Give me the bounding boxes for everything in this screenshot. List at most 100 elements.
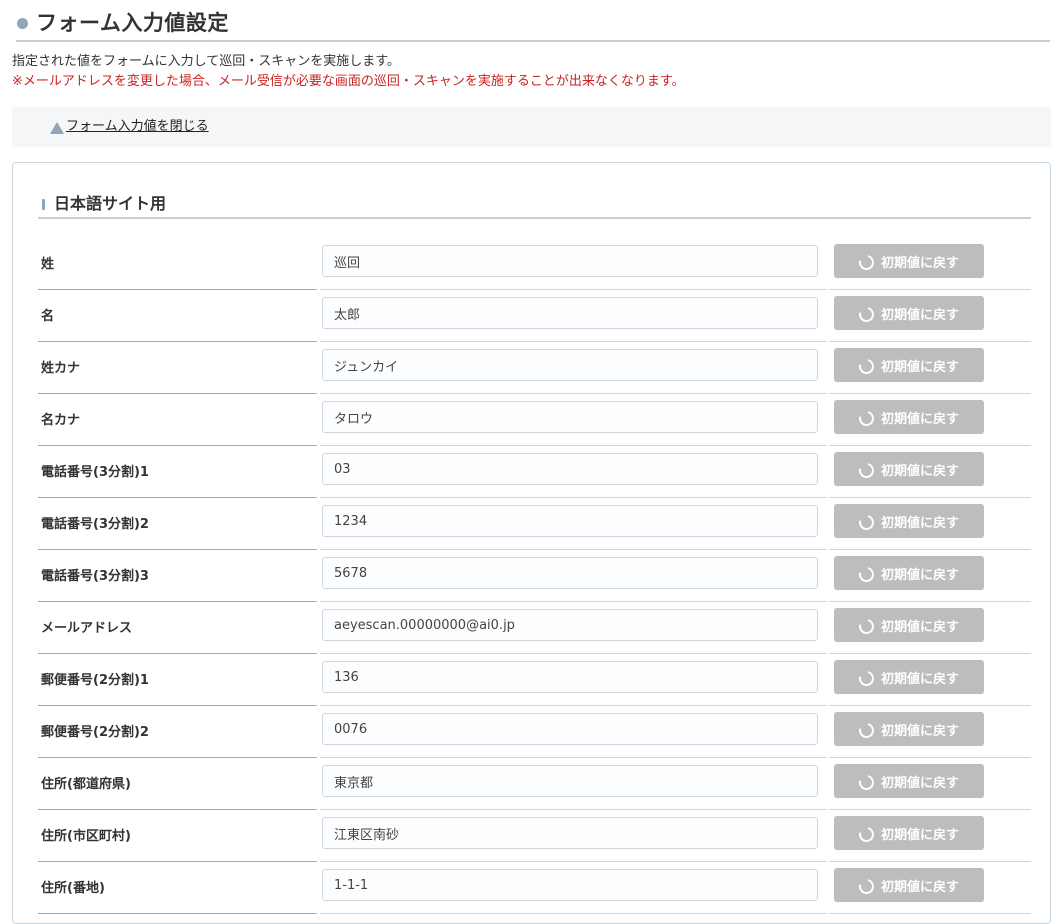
reset-default-button[interactable]: 初期値に戻す [834, 556, 984, 590]
field-input-cell [320, 603, 826, 654]
field-input-cell [320, 343, 826, 394]
field-label-cell: メールアドレス [38, 603, 317, 654]
field-label: 電話番号(3分割)2 [41, 517, 149, 532]
reset-default-button[interactable]: 初期値に戻す [834, 348, 984, 382]
field-input-cell [320, 447, 826, 498]
reset-button-label: 初期値に戻す [880, 671, 959, 687]
field-label: 住所(市区町村) [41, 829, 131, 844]
form-row-city: 住所(市区町村) 初期値に戻す [38, 811, 1031, 863]
field-label: 郵便番号(2分割)2 [41, 725, 149, 740]
field-label-cell: 住所(番地) [38, 863, 317, 914]
reset-cell: 初期値に戻す [829, 811, 1031, 862]
reset-icon [856, 511, 877, 533]
field-label-cell: 郵便番号(2分割)2 [38, 707, 317, 758]
field-label-cell: 電話番号(3分割)3 [38, 551, 317, 602]
reset-cell: 初期値に戻す [829, 655, 1031, 706]
form-row-street: 住所(番地) 初期値に戻す [38, 863, 1031, 915]
reset-default-button[interactable]: 初期値に戻す [834, 452, 984, 486]
page-title: フォーム入力値設定 [36, 11, 229, 35]
field-label: 住所(番地) [41, 881, 105, 896]
first-name-kana-input[interactable] [322, 401, 818, 433]
reset-cell: 初期値に戻す [829, 551, 1031, 602]
warning-note: ※メールアドレスを変更した場合、メール受信が必要な画面の巡回・スキャンを実施する… [12, 74, 685, 89]
field-input-cell [320, 759, 826, 810]
field-input-cell [320, 863, 826, 914]
reset-cell: 初期値に戻す [829, 447, 1031, 498]
reset-icon [856, 823, 877, 845]
reset-button-label: 初期値に戻す [880, 255, 959, 271]
field-label: 名カナ [41, 413, 81, 428]
reset-cell: 初期値に戻す [829, 603, 1031, 654]
field-input-cell [320, 291, 826, 342]
field-label: メールアドレス [41, 621, 133, 636]
field-label: 姓 [41, 257, 55, 272]
form-row-phone-1: 電話番号(3分割)1 初期値に戻す [38, 447, 1031, 499]
field-label-cell: 住所(市区町村) [38, 811, 317, 862]
postal-1-input[interactable] [322, 661, 818, 693]
field-label-cell: 名 [38, 291, 317, 342]
phone-1-input[interactable] [322, 453, 818, 485]
first-name-input[interactable] [322, 297, 818, 329]
reset-cell: 初期値に戻す [829, 343, 1031, 394]
reset-button-label: 初期値に戻す [880, 879, 959, 895]
form-values-panel: 日本語サイト用 姓初期値に戻す名初期値に戻す姓カナ初期値に戻す名カナ初期値に戻す… [12, 162, 1051, 924]
street-input[interactable] [322, 869, 818, 901]
email-input[interactable] [322, 609, 818, 641]
field-label: 電話番号(3分割)1 [41, 465, 149, 480]
field-label: 電話番号(3分割)3 [41, 569, 149, 584]
phone-3-input[interactable] [322, 557, 818, 589]
field-input-cell [320, 811, 826, 862]
reset-button-label: 初期値に戻す [880, 307, 959, 323]
reset-cell: 初期値に戻す [829, 239, 1031, 290]
city-input[interactable] [322, 817, 818, 849]
reset-default-button[interactable]: 初期値に戻す [834, 868, 984, 902]
phone-2-input[interactable] [322, 505, 818, 537]
reset-button-label: 初期値に戻す [880, 827, 959, 843]
prefecture-input[interactable] [322, 765, 818, 797]
reset-icon [856, 719, 877, 741]
reset-icon [856, 355, 877, 377]
field-label-cell: 姓カナ [38, 343, 317, 394]
reset-icon [856, 615, 877, 637]
reset-default-button[interactable]: 初期値に戻す [834, 660, 984, 694]
reset-default-button[interactable]: 初期値に戻す [834, 608, 984, 642]
reset-cell: 初期値に戻す [829, 291, 1031, 342]
reset-button-label: 初期値に戻す [880, 723, 959, 739]
last-name-kana-input[interactable] [322, 349, 818, 381]
field-label-cell: 郵便番号(2分割)1 [38, 655, 317, 706]
page-header: フォーム入力値設定 [16, 8, 1050, 42]
reset-button-label: 初期値に戻す [880, 775, 959, 791]
reset-default-button[interactable]: 初期値に戻す [834, 764, 984, 798]
form-row-postal-2: 郵便番号(2分割)2 初期値に戻す [38, 707, 1031, 759]
field-input-cell [320, 707, 826, 758]
triangle-up-icon[interactable] [50, 122, 64, 134]
form-row-phone-3: 電話番号(3分割)3 初期値に戻す [38, 551, 1031, 603]
reset-icon [856, 251, 877, 273]
reset-default-button[interactable]: 初期値に戻す [834, 296, 984, 330]
reset-cell: 初期値に戻す [829, 707, 1031, 758]
reset-default-button[interactable]: 初期値に戻す [834, 244, 984, 278]
field-label: 住所(都道府県) [41, 777, 131, 792]
form-row-postal-1: 郵便番号(2分割)1 初期値に戻す [38, 655, 1031, 707]
reset-icon [856, 303, 877, 325]
reset-default-button[interactable]: 初期値に戻す [834, 816, 984, 850]
reset-default-button[interactable]: 初期値に戻す [834, 712, 984, 746]
postal-2-input[interactable] [322, 713, 818, 745]
field-label-cell: 電話番号(3分割)1 [38, 447, 317, 498]
close-form-values-link[interactable]: フォーム入力値を閉じる [66, 118, 209, 136]
reset-button-label: 初期値に戻す [880, 567, 959, 583]
field-label-cell: 姓 [38, 239, 317, 290]
reset-cell: 初期値に戻す [829, 863, 1031, 914]
reset-default-button[interactable]: 初期値に戻す [834, 504, 984, 538]
field-label-cell: 電話番号(3分割)2 [38, 499, 317, 550]
reset-cell: 初期値に戻す [829, 395, 1031, 446]
toggle-bar: フォーム入力値を閉じる [12, 107, 1051, 147]
field-label: 名 [41, 309, 55, 324]
form-row-first-name: 名 初期値に戻す [38, 291, 1031, 343]
form-row-prefecture: 住所(都道府県) 初期値に戻す [38, 759, 1031, 811]
reset-icon [856, 459, 877, 481]
field-label-cell: 名カナ [38, 395, 317, 446]
reset-default-button[interactable]: 初期値に戻す [834, 400, 984, 434]
last-name-input[interactable] [322, 245, 818, 277]
reset-icon [856, 771, 877, 793]
